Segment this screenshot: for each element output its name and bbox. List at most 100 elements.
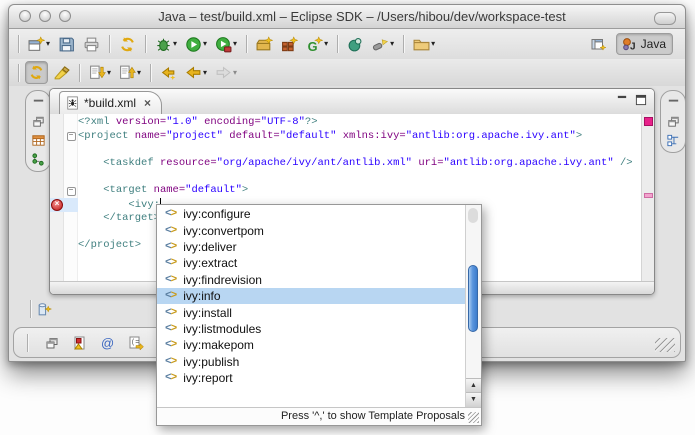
- print-button[interactable]: [80, 33, 103, 56]
- completion-item[interactable]: <>ivy:makepom: [157, 337, 465, 353]
- popup-scrollbar[interactable]: ▲ ▼: [465, 205, 481, 407]
- type-hierarchy-icon[interactable]: [31, 152, 46, 167]
- minimize-icon[interactable]: [666, 95, 681, 110]
- zoom-button[interactable]: [59, 10, 71, 22]
- code-line[interactable]: <taskdef resource="org/apache/ivy/ant/an…: [50, 157, 641, 171]
- last-edit-location-button[interactable]: [157, 61, 180, 84]
- completion-item[interactable]: <>ivy:info: [157, 288, 465, 304]
- save-button[interactable]: [55, 33, 78, 56]
- link-with-editor-button[interactable]: [25, 61, 48, 84]
- next-annotation-button[interactable]: ▾: [86, 61, 114, 84]
- new-wizard-icon: [28, 36, 45, 53]
- refresh-button[interactable]: [116, 33, 139, 56]
- overview-ruler[interactable]: [641, 114, 654, 282]
- ant-file-icon: [66, 96, 80, 110]
- dropdown-arrow-icon[interactable]: ▾: [203, 40, 207, 48]
- code-line[interactable]: <?xml version="1.0" encoding="UTF-8"?>: [50, 116, 641, 130]
- overview-occurrence-marker[interactable]: [644, 193, 653, 198]
- dropdown-arrow-icon[interactable]: ▾: [233, 69, 237, 77]
- new-wizard-button[interactable]: ▾: [25, 33, 53, 56]
- editor-tab[interactable]: *build.xml ×: [59, 91, 162, 114]
- external-tools-button[interactable]: ▾: [212, 33, 240, 56]
- restore-icon[interactable]: [666, 114, 681, 129]
- scroll-up-icon[interactable]: ▲: [466, 378, 481, 393]
- fold-cell: [64, 116, 78, 130]
- dropdown-arrow-icon[interactable]: ▾: [173, 40, 177, 48]
- back-icon: [185, 64, 202, 81]
- annotation-cell: [50, 157, 64, 171]
- new-package-button[interactable]: [278, 33, 301, 56]
- completion-item[interactable]: <>ivy:extract: [157, 255, 465, 271]
- mark-occurrences-button[interactable]: [50, 61, 73, 84]
- xml-element-icon: <>: [165, 208, 176, 220]
- code-line[interactable]: [50, 171, 641, 185]
- fold-toggle-icon[interactable]: −: [67, 187, 76, 196]
- toolbar-separator: [109, 35, 110, 53]
- search-button[interactable]: ▾: [369, 33, 397, 56]
- fold-toggle-icon[interactable]: −: [67, 132, 76, 141]
- toolbar-toggle-button[interactable]: [654, 12, 676, 25]
- previous-annotation-button[interactable]: ▾: [116, 61, 144, 84]
- scroll-down-icon[interactable]: ▼: [466, 392, 481, 407]
- completion-item[interactable]: <>ivy:publish: [157, 354, 465, 370]
- restore-icon[interactable]: [44, 335, 60, 351]
- package-explorer-icon[interactable]: [31, 133, 46, 148]
- perspective-button-java[interactable]: JJava: [616, 33, 673, 55]
- save-icon: [58, 36, 75, 53]
- popup-status-text: Press '^,' to show Template Proposals: [281, 410, 465, 422]
- debug-button[interactable]: ▾: [152, 33, 180, 56]
- restore-icon[interactable]: [31, 114, 46, 129]
- dropdown-arrow-icon[interactable]: ▾: [46, 40, 50, 48]
- new-class-icon: G: [306, 36, 323, 53]
- new-class-button[interactable]: G▾: [303, 33, 331, 56]
- new-java-project-button[interactable]: [253, 33, 276, 56]
- code-line[interactable]: [50, 143, 641, 157]
- content-assist-popup: <>ivy:configure<>ivy:convertpom<>ivy:del…: [156, 204, 482, 426]
- completion-item[interactable]: <>ivy:listmodules: [157, 321, 465, 337]
- back-button[interactable]: ▾: [182, 61, 210, 84]
- dropdown-arrow-icon[interactable]: ▾: [203, 69, 207, 77]
- popup-resize-grip[interactable]: [468, 412, 479, 423]
- javadoc-icon[interactable]: @: [100, 335, 116, 351]
- completion-item-label: ivy:makepom: [183, 338, 254, 352]
- completion-item[interactable]: <>ivy:configure: [157, 206, 465, 222]
- toolbar-separator: [145, 35, 146, 53]
- annotation-cell: [50, 239, 64, 253]
- titlebar[interactable]: Java – test/build.xml – Eclipse SDK – /U…: [9, 5, 685, 29]
- dropdown-arrow-icon[interactable]: ▾: [390, 40, 394, 48]
- minimize-icon[interactable]: [31, 95, 46, 110]
- overview-error-marker[interactable]: [644, 117, 653, 126]
- error-icon[interactable]: ×: [51, 199, 63, 211]
- dropdown-arrow-icon[interactable]: ▾: [233, 40, 237, 48]
- scrollbar-thumb[interactable]: [468, 265, 478, 332]
- run-button[interactable]: ▾: [182, 33, 210, 56]
- completion-item[interactable]: <>ivy:deliver: [157, 239, 465, 255]
- dropdown-arrow-icon[interactable]: ▾: [324, 40, 328, 48]
- problems-icon[interactable]: [72, 335, 88, 351]
- completion-item[interactable]: <>ivy:findrevision: [157, 272, 465, 288]
- open-perspective-button[interactable]: [588, 33, 610, 55]
- maximize-editor-icon[interactable]: [635, 94, 647, 106]
- minimize-editor-icon[interactable]: [616, 94, 628, 106]
- code-text: </project>: [78, 239, 141, 253]
- open-folder-button[interactable]: ▾: [410, 33, 438, 56]
- minimize-button[interactable]: [39, 10, 51, 22]
- outline-icon[interactable]: [666, 133, 681, 148]
- declaration-icon[interactable]: (=: [128, 335, 144, 351]
- code-line[interactable]: −<project name="project" default="defaul…: [50, 130, 641, 144]
- dropdown-arrow-icon[interactable]: ▾: [431, 40, 435, 48]
- toolbar-separator: [150, 64, 151, 82]
- dropdown-arrow-icon[interactable]: ▾: [137, 69, 141, 77]
- open-type-button[interactable]: [344, 33, 367, 56]
- close-button[interactable]: [19, 10, 31, 22]
- completion-item-label: ivy:extract: [183, 256, 237, 270]
- main-toolbar: ▾▾▾▾G▾▾▾ JJava: [9, 29, 685, 59]
- completion-item[interactable]: <>ivy:convertpom: [157, 222, 465, 238]
- completion-item[interactable]: <>ivy:install: [157, 304, 465, 320]
- completion-item[interactable]: <>ivy:report: [157, 370, 465, 386]
- tab-close-icon[interactable]: ×: [144, 97, 151, 109]
- window-resize-grip[interactable]: [655, 338, 675, 352]
- dropdown-arrow-icon[interactable]: ▾: [107, 69, 111, 77]
- code-line[interactable]: − <target name="default">: [50, 184, 641, 198]
- new-fastview-icon[interactable]: [36, 301, 53, 318]
